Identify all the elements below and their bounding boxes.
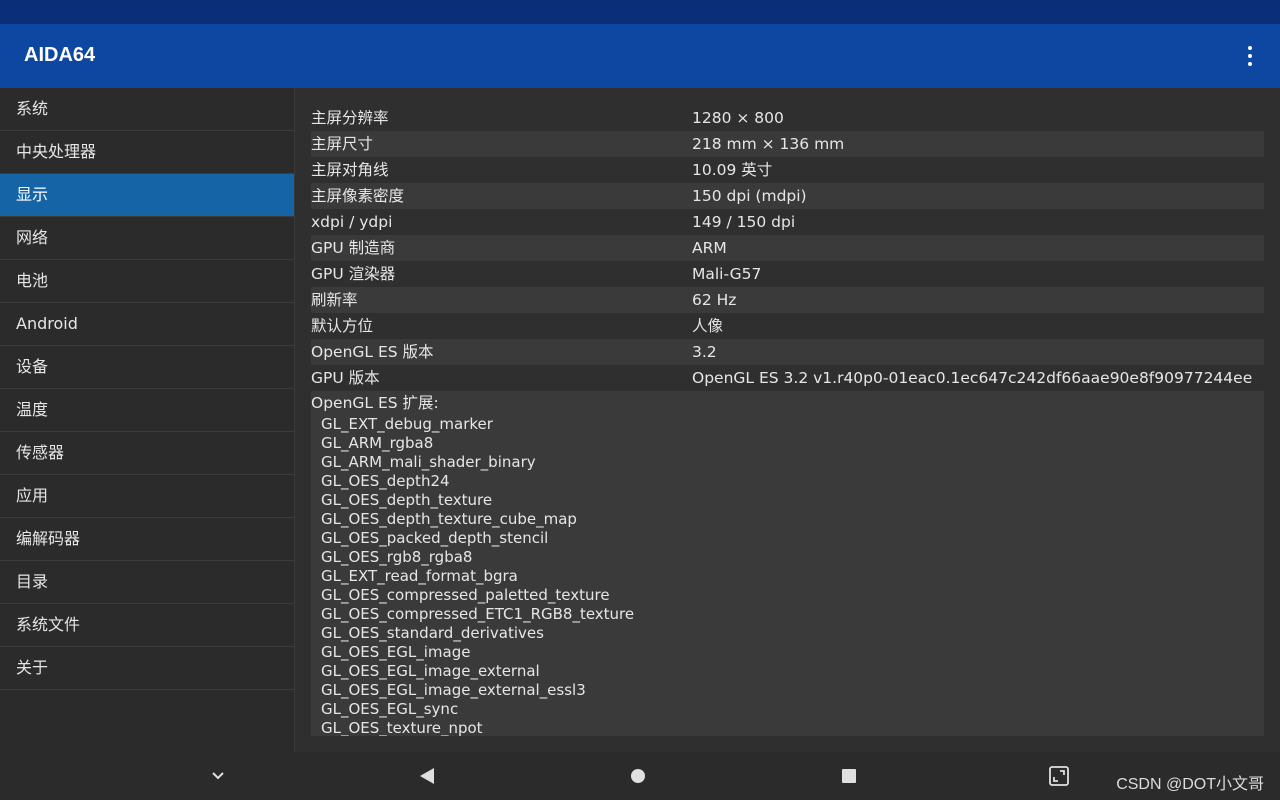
property-key: OpenGL ES 版本: [311, 343, 434, 361]
property-value: 218 mm × 136 mm: [692, 135, 845, 153]
property-value: Mali-G57: [692, 265, 762, 283]
property-key: GPU 版本: [311, 369, 380, 387]
property-value: 149 / 150 dpi: [692, 213, 796, 231]
property-value: 人像: [692, 317, 724, 335]
extensions-list: GL_EXT_debug_marker GL_ARM_rgba8 GL_ARM_ma…: [311, 415, 1264, 736]
sidebar: 系统 中央处理器 显示 网络 电池 Android 设备 温度 传感器 应用 编解码器 目录 系统文件关…: [0, 88, 295, 752]
property-list: 主屏分辨率 1280 × 800 主屏尺寸 218 mm × 136 mm 主屏对角线 1…: [311, 105, 1264, 391]
opengl-extensions-block: OpenGL ES 扩展: GL_EXT_debug_marker GL_ARM_…: [311, 391, 1264, 736]
sidebar-item[interactable]: 系统文件: [0, 604, 294, 647]
extension-item: GL_OES_EGL_image: [321, 643, 471, 661]
property-value: OpenGL ES 3.2 v1.r40p0-01eac0.1ec647c242…: [692, 369, 1253, 387]
property-row: 主屏像素密度 150 dpi (mdpi): [311, 183, 1264, 209]
extension-item: GL_OES_rgb8_rgba8: [321, 548, 473, 566]
system-nav-bar: CSDN @DOT小文哥: [0, 752, 1280, 800]
property-value: 150 dpi (mdpi): [692, 187, 807, 205]
back-icon[interactable]: [418, 766, 436, 786]
extension-item: GL_OES_EGL_sync: [321, 700, 459, 718]
sidebar-item[interactable]: 系统: [0, 88, 294, 131]
property-row: 默认方位 人像: [311, 313, 1264, 339]
sidebar-item[interactable]: 显示: [0, 174, 294, 217]
extension-item: GL_OES_EGL_image_external: [321, 662, 540, 680]
recents-icon[interactable]: [841, 768, 857, 784]
property-value: 10.09 英寸: [692, 161, 773, 179]
status-bar: [0, 0, 1280, 24]
property-row: GPU 渲染器 Mali-G57: [311, 261, 1264, 287]
sidebar-item[interactable]: 电池: [0, 260, 294, 303]
property-key: 刷新率: [311, 291, 358, 309]
sidebar-item[interactable]: 中央处理器: [0, 131, 294, 174]
property-row: 主屏分辨率 1280 × 800: [311, 105, 1264, 131]
extension-item: GL_EXT_debug_marker: [321, 415, 493, 433]
extension-item: GL_OES_standard_derivatives: [321, 624, 544, 642]
property-row: GPU 版本 OpenGL ES 3.2 v1.r40p0-01eac0.1ec6…: [311, 365, 1264, 391]
property-key: 主屏分辨率: [311, 109, 389, 127]
extension-item: GL_OES_compressed_paletted_texture: [321, 586, 610, 604]
extension-item: GL_EXT_read_format_bgra: [321, 567, 518, 585]
extension-item: GL_OES_packed_depth_stencil: [321, 529, 549, 547]
property-key: 主屏像素密度: [311, 187, 405, 205]
extensions-title: OpenGL ES 扩展:: [311, 394, 439, 412]
property-value: 3.2: [692, 343, 717, 361]
main-content: 主屏分辨率 1280 × 800 主屏尺寸 218 mm × 136 mm 主屏对角线 1…: [295, 88, 1280, 752]
overflow-menu-icon[interactable]: [1240, 46, 1260, 66]
property-row: 主屏尺寸 218 mm × 136 mm: [311, 131, 1264, 157]
app-title: AIDA64: [24, 44, 96, 66]
extension-item: GL_OES_texture_npot: [321, 719, 483, 736]
extension-item: GL_ARM_mali_shader_binary: [321, 453, 536, 471]
property-key: xdpi / ydpi: [311, 213, 393, 231]
extension-item: GL_OES_EGL_image_external_essl3: [321, 681, 586, 699]
sidebar-item[interactable]: 网络: [0, 217, 294, 260]
property-key: 主屏对角线: [311, 161, 389, 179]
property-key: 默认方位: [311, 317, 374, 335]
extension-item: GL_OES_depth_texture: [321, 491, 493, 509]
sidebar-item[interactable]: 目录: [0, 561, 294, 604]
sidebar-item[interactable]: 编解码器: [0, 518, 294, 561]
property-row: OpenGL ES 版本 3.2: [311, 339, 1264, 365]
sidebar-item[interactable]: 温度: [0, 389, 294, 432]
home-icon[interactable]: [630, 768, 646, 784]
sidebar-item[interactable]: 传感器: [0, 432, 294, 475]
property-key: 主屏尺寸: [311, 135, 374, 153]
menu-dot: [1248, 46, 1252, 50]
property-value: ARM: [692, 239, 727, 257]
extension-item: GL_OES_compressed_ETC1_RGB8_texture: [321, 605, 635, 623]
sidebar-item[interactable]: 应用: [0, 475, 294, 518]
property-row: 主屏对角线 10.09 英寸: [311, 157, 1264, 183]
property-row: GPU 制造商 ARM: [311, 235, 1264, 261]
sidebar-item[interactable]: Android: [0, 303, 294, 346]
fullscreen-icon[interactable]: [1048, 765, 1070, 787]
property-value: 1280 × 800: [692, 109, 784, 127]
app-bar: AIDA64: [0, 24, 1280, 88]
property-key: GPU 制造商: [311, 239, 396, 257]
property-value: 62 Hz: [692, 291, 737, 309]
property-key: GPU 渲染器: [311, 265, 396, 283]
extension-item: GL_OES_depth24: [321, 472, 450, 490]
extension-item: GL_OES_depth_texture_cube_map: [321, 510, 577, 528]
sidebar-item[interactable]: 关于: [0, 647, 294, 690]
menu-dot: [1248, 54, 1252, 58]
menu-dot: [1248, 62, 1252, 66]
sidebar-item[interactable]: 设备: [0, 346, 294, 389]
watermark-text: CSDN @DOT小文哥: [1116, 776, 1264, 793]
chevron-down-icon[interactable]: [208, 766, 228, 786]
property-row: xdpi / ydpi 149 / 150 dpi: [311, 209, 1264, 235]
extension-item: GL_ARM_rgba8: [321, 434, 434, 452]
property-row: 刷新率 62 Hz: [311, 287, 1264, 313]
